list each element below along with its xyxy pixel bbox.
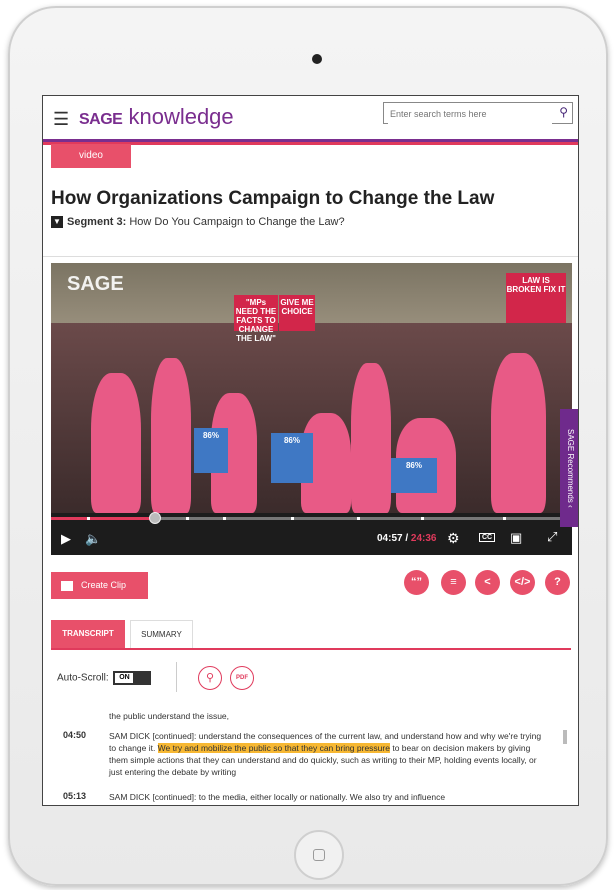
closed-captions-button[interactable]: CC — [479, 533, 496, 542]
site-header: ☰ SAGE knowledge ⚲ — [43, 96, 578, 142]
tab-summary[interactable]: SUMMARY — [130, 620, 193, 648]
chapter-marker — [186, 517, 189, 520]
search-box: ⚲ — [383, 102, 573, 124]
menu-icon[interactable]: ☰ — [53, 109, 69, 130]
clip-icon — [61, 580, 73, 591]
pdf-label: PDF — [236, 675, 248, 681]
transcript-timestamp[interactable]: 05:13 — [63, 791, 86, 801]
segment-label: Segment 3: — [67, 216, 127, 228]
chapter-marker — [503, 517, 506, 520]
transcript-text: SAM DICK [continued]: to the media, eith… — [109, 792, 446, 802]
crowd-person — [351, 363, 391, 513]
playlist-button[interactable]: ≡ — [441, 570, 466, 595]
crowd-person — [151, 358, 191, 513]
video-player[interactable]: "MPs NEED THE FACTS TO CHANGE THE LAW" G… — [51, 263, 572, 555]
home-button[interactable] — [294, 830, 344, 880]
home-square-icon — [313, 849, 325, 861]
volume-icon[interactable]: 🔈 — [85, 531, 101, 547]
tab-transcript[interactable]: TRANSCRIPT — [51, 620, 125, 648]
chapter-marker — [421, 517, 424, 520]
time-display: 04:57 / 24:36 — [377, 533, 437, 544]
player-controls: ▶ 🔈 04:57 / 24:36 ⚙ CC ▣ ⤢ — [51, 523, 572, 555]
create-clip-label: Create Clip — [81, 580, 127, 591]
segment-title: How Do You Campaign to Change the Law? — [129, 216, 345, 228]
chapter-marker — [291, 517, 294, 520]
create-clip-button[interactable]: Create Clip — [51, 572, 148, 599]
autoscroll-label: Auto-Scroll: — [57, 672, 109, 684]
chapter-marker — [87, 517, 90, 520]
logo-sage: SAGE — [79, 111, 123, 128]
progress-bar[interactable] — [51, 512, 572, 524]
code-icon: </> — [514, 576, 531, 588]
crowd-person — [91, 373, 141, 513]
divider — [176, 662, 177, 692]
pdf-button[interactable]: PDF — [230, 666, 254, 690]
time-separator: / — [402, 533, 411, 544]
current-time: 04:57 — [377, 533, 403, 544]
page-title: How Organizations Campaign to Change the… — [51, 188, 495, 209]
chapter-marker — [357, 517, 360, 520]
play-icon[interactable]: ▶ — [61, 531, 71, 547]
transcript-panel: the public understand the issue, 04:50 S… — [51, 704, 561, 805]
segment-heading: ▼ Segment 3: How Do You Campaign to Chang… — [51, 216, 345, 229]
transcript-highlight: We try and mobilize the public so that t… — [157, 743, 390, 753]
video-watermark: SAGE — [67, 273, 124, 295]
protest-sign: 86% — [271, 433, 313, 483]
help-icon: ? — [554, 576, 561, 588]
quote-icon: “” — [411, 576, 422, 588]
protest-sign: 86% — [391, 458, 437, 493]
transcript-text: the public understand the issue, — [109, 711, 230, 721]
sage-knowledge-logo[interactable]: SAGE knowledge — [79, 104, 234, 130]
settings-gear-icon[interactable]: ⚙ — [447, 530, 460, 547]
recommends-label: SAGE Recommends — [566, 428, 575, 503]
toggle-state: ON — [115, 673, 134, 683]
divider — [43, 256, 578, 257]
transcript-tabs: TRANSCRIPT SUMMARY — [51, 620, 571, 650]
protest-sign: 86% — [194, 428, 228, 473]
list-icon: ≡ — [450, 576, 457, 588]
embed-button[interactable]: </> — [510, 570, 535, 595]
autoscroll-toggle[interactable]: ON — [113, 671, 152, 685]
chapter-marker — [223, 517, 226, 520]
picture-in-picture-icon[interactable]: ▣ — [510, 530, 522, 546]
protest-sign: "MPs NEED THE FACTS TO CHANGE THE LAW" — [234, 295, 278, 343]
transcript-timestamp[interactable]: 04:50 — [63, 730, 86, 740]
share-icon: < — [484, 576, 491, 588]
fullscreen-icon[interactable]: ⤢ — [547, 529, 557, 545]
logo-knowledge: knowledge — [128, 104, 234, 129]
transcript-scrollbar[interactable] — [563, 730, 567, 744]
crowd-person — [491, 353, 546, 513]
video-frame: "MPs NEED THE FACTS TO CHANGE THE LAW" G… — [51, 263, 572, 513]
sage-recommends-tab[interactable]: SAGE Recommends ‹ — [560, 409, 578, 527]
share-button[interactable]: < — [475, 570, 500, 595]
help-button[interactable]: ? — [545, 570, 570, 595]
autoscroll-control: Auto-Scroll: ON — [57, 671, 152, 685]
search-input[interactable] — [388, 104, 552, 124]
protest-sign: GIVE ME CHOICE — [279, 295, 315, 331]
protest-sign: LAW IS BROKEN FIX IT — [506, 273, 566, 323]
search-icon[interactable]: ⚲ — [559, 105, 568, 119]
cite-button[interactable]: “” — [404, 570, 429, 595]
duration: 24:36 — [410, 533, 437, 544]
transcript-text: SAM DICK [continued]: understand the con… — [109, 730, 549, 778]
camera-dot — [312, 54, 322, 64]
segment-dropdown-icon[interactable]: ▼ — [51, 216, 63, 229]
transcript-search-button[interactable]: ⚲ — [198, 666, 222, 690]
content-type-tag: video — [51, 144, 131, 168]
screen: ☰ SAGE knowledge ⚲ video How Organizatio… — [42, 95, 579, 806]
progress-fill — [51, 517, 156, 520]
magnifier-icon: ⚲ — [205, 672, 215, 684]
